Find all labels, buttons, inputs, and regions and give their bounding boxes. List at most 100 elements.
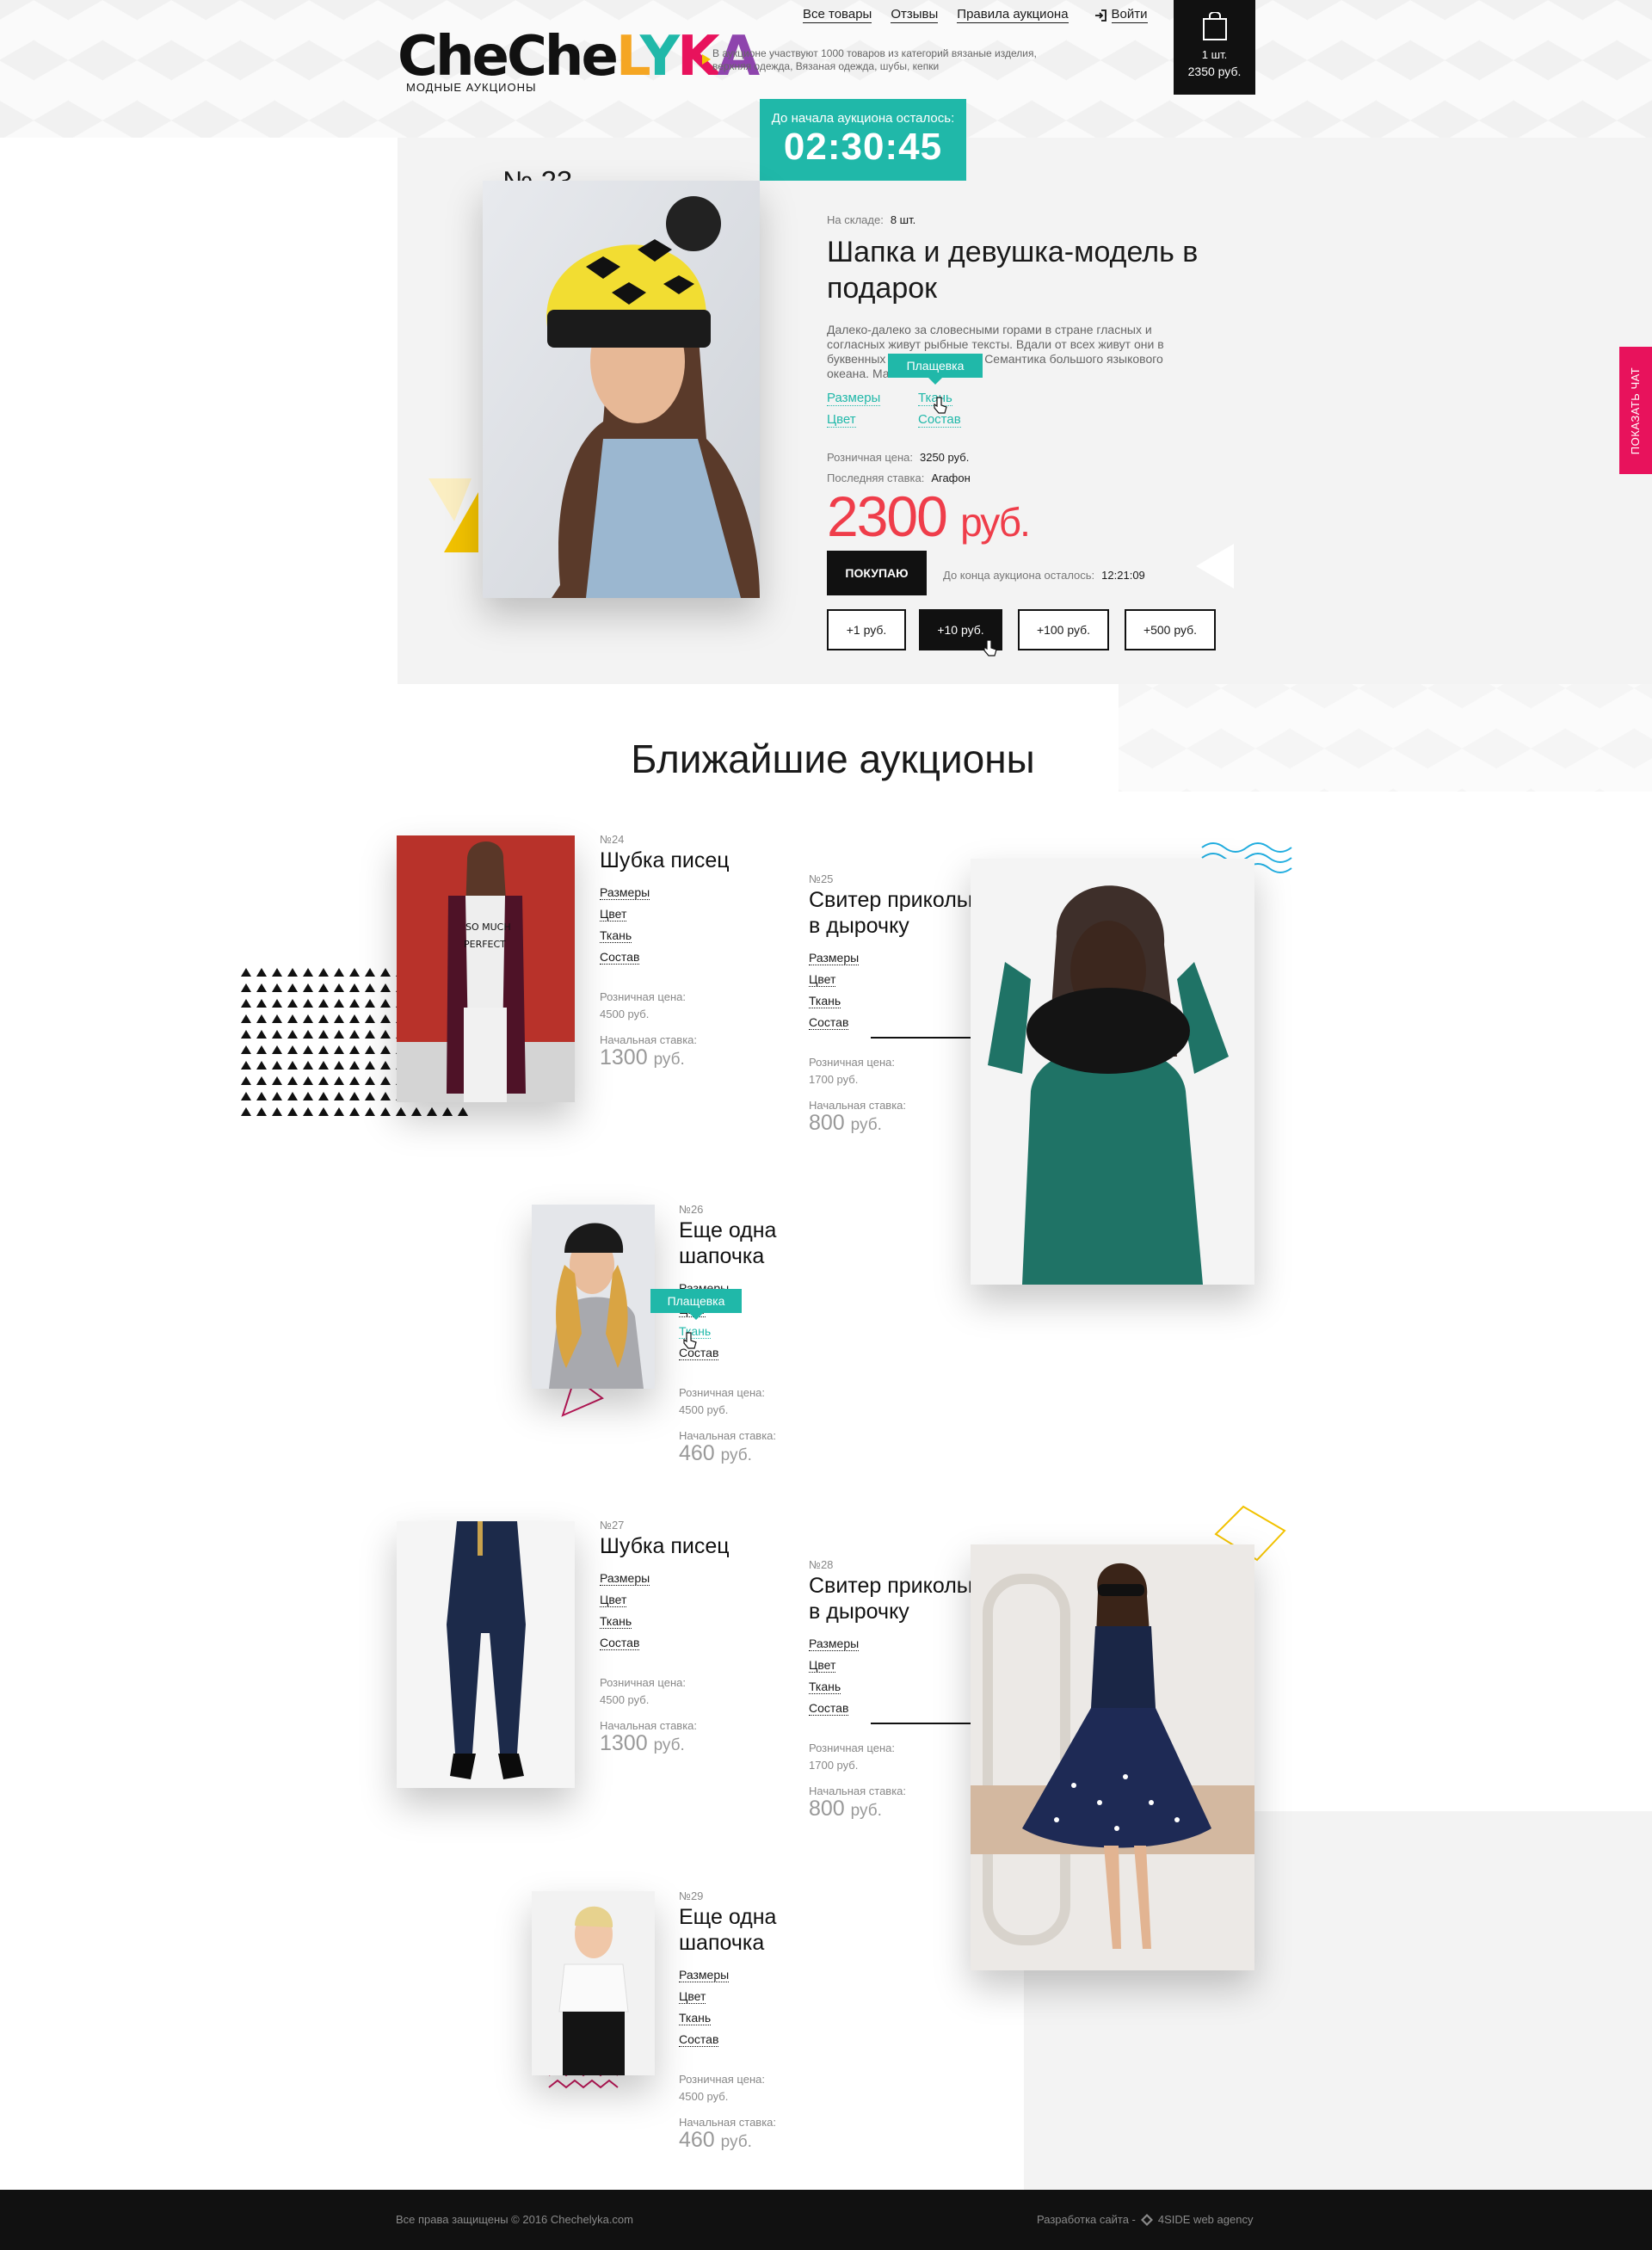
hand-cursor-icon xyxy=(934,397,947,414)
lot-title[interactable]: Шубка писец xyxy=(600,1533,772,1559)
hero-description: Далеко-далеко за словесными горами в стр… xyxy=(827,323,1164,380)
link-color[interactable]: Цвет xyxy=(600,1593,627,1607)
retail-value: 4500 руб. xyxy=(679,1403,729,1416)
link-color[interactable]: Цвет xyxy=(679,1989,706,2004)
dev-label: Разработка сайта - xyxy=(1037,2213,1136,2226)
retail-label: Розничная цена: xyxy=(600,990,686,1003)
link-sizes[interactable]: Размеры xyxy=(600,1571,650,1586)
start-price: 460 руб. xyxy=(679,2128,752,2152)
shopping-bag-icon xyxy=(1202,12,1227,40)
bid-plus-1[interactable]: +1 руб. xyxy=(827,609,906,650)
link-sizes[interactable]: Размеры xyxy=(679,1968,730,1982)
retail-label: Розничная цена: xyxy=(679,2073,765,2086)
link-color[interactable]: Цвет xyxy=(600,907,627,922)
link-composition[interactable]: Состав xyxy=(600,1636,640,1650)
lot-28-image[interactable] xyxy=(971,1544,1254,1970)
retail-value: 4500 руб. xyxy=(679,2090,729,2103)
retail-value: 4500 руб. xyxy=(600,1008,650,1020)
bid-plus-500[interactable]: +500 руб. xyxy=(1125,609,1216,650)
retail-value: 3250 руб. xyxy=(919,451,970,464)
lot-title[interactable]: Шубка писец xyxy=(600,848,772,873)
hand-cursor-icon xyxy=(983,639,997,657)
hero-end-timer: До конца аукциона осталось: 12:21:09 xyxy=(943,569,1145,582)
timer-value: 02:30:45 xyxy=(783,126,943,168)
attr-sizes[interactable]: Размеры xyxy=(827,391,881,406)
svg-text:SO MUCH: SO MUCH xyxy=(465,922,511,933)
link-fabric[interactable]: Ткань xyxy=(600,1614,632,1629)
agency-logo-icon xyxy=(1140,2213,1153,2226)
buy-button[interactable]: ПОКУПАЮ xyxy=(827,551,927,595)
hero-product-title: Шапка и девушка-модель в подарок xyxy=(827,236,1199,305)
hand-cursor-icon xyxy=(683,1332,697,1349)
copyright: Все права защищены © 2016 Chechelyka.com xyxy=(396,2213,633,2226)
tagline: В аукционе участвуют 1000 товаров из кат… xyxy=(712,47,1037,72)
lot-24-image[interactable]: SO MUCH PERFECT xyxy=(397,835,575,1102)
attr-color[interactable]: Цвет xyxy=(827,412,856,428)
login-link[interactable]: Войти xyxy=(1094,7,1148,23)
last-bid-label: Последняя ставка: xyxy=(827,472,925,484)
link-composition[interactable]: Состав xyxy=(679,2032,719,2047)
lot-27-image[interactable] xyxy=(397,1521,575,1788)
link-composition[interactable]: Состав xyxy=(809,1015,849,1030)
start-price: 460 руб. xyxy=(679,1441,752,1465)
timer-label: До начала аукциона осталось: xyxy=(771,111,955,126)
link-composition[interactable]: Состав xyxy=(809,1701,849,1716)
yellow-triangle-decor xyxy=(428,478,478,552)
link-color[interactable]: Цвет xyxy=(809,972,836,987)
hero-stock: На складе: 8 шт. xyxy=(827,213,915,228)
footer: Все права защищены © 2016 Chechelyka.com… xyxy=(0,2190,1652,2250)
lot-number: №27 xyxy=(600,1519,625,1532)
lot-number: №24 xyxy=(600,833,625,846)
developer-credit[interactable]: Разработка сайта - 4SIDE web agency xyxy=(1037,2213,1253,2226)
lot-26-card: №26 Еще одна шапочка Размеры Цвет Ткань … xyxy=(679,1203,817,1464)
retail-label: Розничная цена: xyxy=(600,1676,686,1689)
hero-retail: Розничная цена: 3250 руб. xyxy=(827,451,969,464)
lot-29-card: №29 Еще одна шапочка Размеры Цвет Ткань … xyxy=(679,1889,817,2151)
lot-25-image[interactable] xyxy=(971,859,1254,1285)
lot-26-image[interactable] xyxy=(532,1205,655,1389)
link-color[interactable]: Цвет xyxy=(809,1658,836,1673)
link-fabric[interactable]: Ткань xyxy=(679,2011,712,2025)
hero-product-image xyxy=(483,181,760,598)
white-triangle-decor xyxy=(1196,544,1234,589)
start-price: 1300 руб. xyxy=(600,1731,685,1755)
retail-label: Розничная цена: xyxy=(679,1386,765,1399)
cart-total: 2350 руб. xyxy=(1187,65,1242,78)
lot-27-card: №27 Шубка писец Размеры Цвет Ткань Соста… xyxy=(600,1519,772,1754)
lot-title[interactable]: Еще одна шапочка xyxy=(679,1217,817,1269)
price-value: 2300 xyxy=(827,484,948,548)
chat-label: ПОКАЗАТЬ ЧАТ xyxy=(1629,367,1643,454)
cart-button[interactable]: 1 шт. 2350 руб. xyxy=(1174,0,1255,95)
lot-number: №26 xyxy=(679,1203,704,1216)
link-fabric[interactable]: Ткань xyxy=(809,994,841,1008)
link-fabric[interactable]: Ткань xyxy=(600,928,632,943)
upcoming-auctions-title: Ближайшие аукционы xyxy=(631,737,1035,781)
nav-all-products[interactable]: Все товары xyxy=(803,7,872,23)
stock-value: 8 шт. xyxy=(890,213,916,226)
last-bid-value: Агафон xyxy=(931,472,971,484)
lot-24-card: №24 Шубка писец Размеры Цвет Ткань Соста… xyxy=(600,833,772,1069)
start-price: 1300 руб. xyxy=(600,1045,685,1070)
lot-number: №29 xyxy=(679,1889,704,1902)
top-nav: Все товары Отзывы Правила аукциона Войти xyxy=(803,7,1148,23)
lot-29-image[interactable] xyxy=(532,1891,655,2075)
link-sizes[interactable]: Размеры xyxy=(809,1637,860,1651)
link-sizes[interactable]: Размеры xyxy=(809,951,860,965)
fabric-tooltip: Плащевка xyxy=(888,354,983,385)
svg-text:PERFECT: PERFECT xyxy=(464,939,506,950)
login-icon xyxy=(1094,9,1106,22)
fabric-tooltip: Плащевка xyxy=(650,1289,742,1320)
link-fabric[interactable]: Ткань xyxy=(809,1680,841,1694)
lot-title[interactable]: Еще одна шапочка xyxy=(679,1904,817,1956)
show-chat-button[interactable]: ПОКАЗАТЬ ЧАТ xyxy=(1619,347,1652,474)
price-currency: руб. xyxy=(960,500,1031,545)
stock-label: На складе: xyxy=(827,213,884,226)
cart-count: 1 шт. xyxy=(1201,48,1228,61)
nav-reviews[interactable]: Отзывы xyxy=(891,7,939,23)
dev-name: 4SIDE web agency xyxy=(1157,2213,1254,2226)
retail-label: Розничная цена: xyxy=(827,451,913,464)
nav-auction-rules[interactable]: Правила аукциона xyxy=(957,7,1069,23)
link-sizes[interactable]: Размеры xyxy=(600,885,650,900)
link-composition[interactable]: Состав xyxy=(600,950,640,965)
bid-plus-100[interactable]: +100 руб. xyxy=(1018,609,1109,650)
